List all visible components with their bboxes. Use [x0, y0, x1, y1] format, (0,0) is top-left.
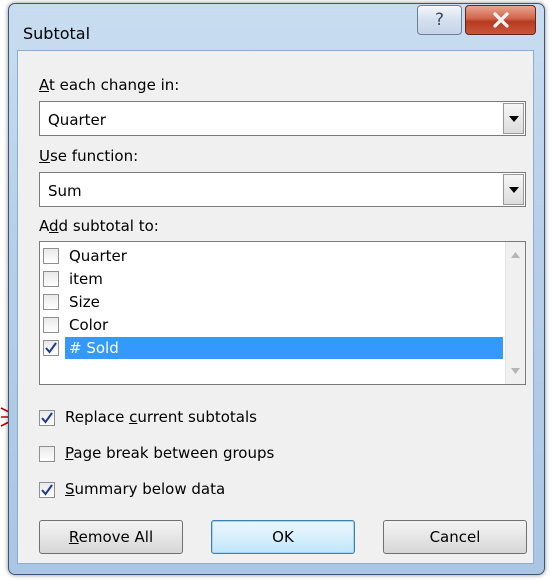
change-in-value: Quarter	[48, 111, 106, 129]
checkbox[interactable]	[43, 317, 59, 333]
list-item-item[interactable]: item	[43, 268, 503, 290]
remove-all-button[interactable]: Remove All	[39, 520, 183, 554]
list-item-quarter[interactable]: Quarter	[43, 245, 503, 267]
add-subtotal-label: Add subtotal to:	[39, 217, 159, 235]
add-subtotal-list[interactable]: Quarter item Size Color # Sold	[39, 241, 526, 385]
checkbox[interactable]	[43, 248, 59, 264]
checkmark-icon	[45, 342, 57, 354]
use-function-select[interactable]: Sum	[39, 172, 526, 207]
page-break-checkbox[interactable]	[39, 446, 55, 462]
list-item-sold[interactable]: # Sold	[43, 337, 503, 359]
use-function-value: Sum	[48, 182, 82, 200]
list-scrollbar[interactable]	[505, 242, 525, 384]
scroll-down-icon[interactable]	[511, 368, 520, 374]
use-function-dropdown-button[interactable]	[503, 174, 524, 205]
cancel-button[interactable]: Cancel	[383, 520, 527, 554]
chevron-down-icon	[508, 115, 519, 122]
checkbox-checked[interactable]	[43, 340, 59, 356]
dialog-title: Subtotal	[23, 24, 91, 43]
change-in-label: At each change in:	[39, 76, 180, 94]
replace-checkbox[interactable]	[39, 410, 55, 426]
list-item-color[interactable]: Color	[43, 314, 503, 336]
checkbox[interactable]	[43, 294, 59, 310]
change-in-select[interactable]: Quarter	[39, 101, 526, 136]
checkmark-icon	[41, 484, 53, 496]
summary-below-data-option[interactable]: Summary below data	[39, 479, 439, 501]
change-in-dropdown-button[interactable]	[503, 103, 524, 134]
close-button[interactable]: X	[465, 5, 536, 35]
use-function-label: Use function:	[39, 147, 139, 165]
close-icon	[492, 12, 509, 28]
replace-current-subtotals-option[interactable]: Replace current subtotals	[39, 407, 439, 429]
scroll-up-icon[interactable]	[511, 252, 520, 258]
page-break-option[interactable]: Page break between groups	[39, 443, 439, 465]
summary-checkbox[interactable]	[39, 482, 55, 498]
checkbox[interactable]	[43, 271, 59, 287]
help-button[interactable]: ?	[417, 5, 462, 35]
checkmark-icon	[41, 412, 53, 424]
chevron-down-icon	[508, 186, 519, 193]
ok-button[interactable]: OK	[211, 520, 355, 554]
subtotal-dialog: Subtotal ? X At each change in: Quarter …	[8, 3, 545, 575]
list-item-size[interactable]: Size	[43, 291, 503, 313]
dialog-body: At each change in: Quarter Use function:…	[17, 50, 534, 564]
help-icon: ?	[434, 10, 445, 30]
